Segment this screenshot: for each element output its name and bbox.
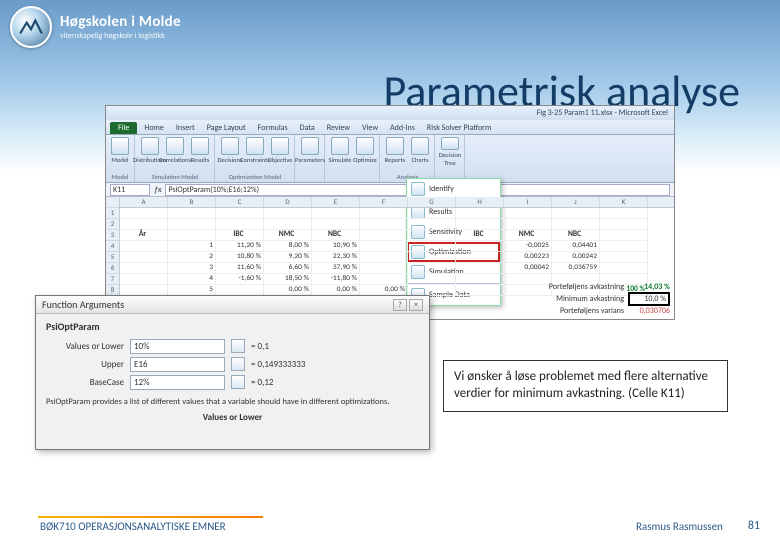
identify-icon	[411, 182, 425, 196]
ribbon-group-decision: Decision Tree	[436, 135, 465, 182]
ribbon-group-simulation: Distributions Correlations Results Simul…	[136, 135, 215, 182]
course-code: BØK710 OPERASJONSANALYTISKE EMNER	[40, 520, 226, 533]
close-button[interactable]: ×	[409, 299, 423, 311]
ribbon-tabs: File Home Insert Page Layout Formulas Da…	[106, 120, 674, 135]
dropdown-identify[interactable]: Identify	[407, 179, 500, 199]
ribbon-optimize-button[interactable]: Optimize	[354, 137, 376, 167]
tab-formulas[interactable]: Formulas	[253, 122, 293, 134]
ribbon-group-model: Model Model	[106, 135, 135, 182]
arg-row-lower: Values or Lower 10% = 0,1	[46, 337, 419, 355]
ribbon-group-analysis: Reports Charts Analysis	[381, 135, 435, 182]
tab-addins[interactable]: Add-Ins	[385, 122, 420, 134]
basecase-input[interactable]: 12%	[130, 375, 225, 390]
ribbon-charts-button[interactable]: Charts	[409, 137, 431, 167]
tab-review[interactable]: Review	[322, 122, 355, 134]
tab-insert[interactable]: Insert	[171, 122, 200, 134]
ribbon-group-solve: Simulate Optimize	[326, 135, 380, 182]
ribbon-parameters-button[interactable]: Parameters	[299, 137, 321, 167]
slide-callout: Vi ønsker å løse problemet med flere alt…	[443, 360, 728, 412]
function-arguments-dialog: Function Arguments ? × PsiOptParam Value…	[35, 295, 430, 450]
name-box[interactable]: K11	[110, 184, 150, 196]
excel-window-titlebar: Fig 3-25 Param1 11.xlsx - Microsoft Exce…	[106, 106, 674, 120]
formula-bar: K11 ƒx PsiOptParam(10%;E16;12%)	[106, 183, 674, 197]
range-picker-icon[interactable]	[231, 375, 245, 389]
help-button[interactable]: ?	[393, 299, 407, 311]
ribbon-body: Model Model Distributions Correlations R…	[106, 135, 674, 183]
ribbon-constraints-button[interactable]: Constraints	[244, 137, 266, 167]
min-return-cell[interactable]: 10,0 %	[628, 292, 670, 306]
ribbon-simulate-button[interactable]: Simulate	[329, 137, 351, 167]
dialog-titlebar: Function Arguments ? ×	[36, 296, 429, 314]
ribbon-objective-button[interactable]: Objective	[269, 137, 291, 167]
tab-risksolver[interactable]: Risk Solver Platform	[422, 122, 496, 134]
excel-screenshot: Fig 3-25 Param1 11.xlsx - Microsoft Exce…	[105, 105, 675, 320]
tab-view[interactable]: View	[357, 122, 383, 134]
ribbon-reports-button[interactable]: Reports	[384, 137, 406, 167]
file-tab[interactable]: File	[110, 122, 137, 134]
author-name: Rasmus Rasmussen	[636, 520, 723, 533]
range-picker-icon[interactable]	[231, 339, 245, 353]
ribbon-decisions-button[interactable]: Decisions	[219, 137, 241, 167]
institution-tagline: vitenskapelig høgskole i logistikk	[60, 31, 181, 41]
ribbon-decisiontree-button[interactable]: Decision Tree	[439, 137, 461, 167]
institution-text: Høgskolen i Molde vitenskapelig høgskole…	[60, 13, 181, 41]
institution-header: Høgskolen i Molde vitenskapelig høgskole…	[0, 0, 780, 54]
slide-footer: BØK710 OPERASJONSANALYTISKE EMNER Rasmus…	[0, 512, 780, 540]
page-number: 81	[748, 519, 760, 533]
dialog-title: Function Arguments	[42, 298, 124, 311]
ribbon-model-button[interactable]: Model	[109, 137, 131, 167]
column-headers: AB CD EF GH IJ K	[120, 197, 674, 208]
ribbon-correlations-button[interactable]: Correlations	[164, 137, 186, 167]
excel-window-title: Fig 3-25 Param1 11.xlsx - Microsoft Exce…	[537, 108, 668, 118]
function-name: PsiOptParam	[46, 320, 419, 333]
upper-input[interactable]: E16	[130, 357, 225, 372]
fx-icon[interactable]: ƒx	[154, 185, 161, 195]
ribbon-results-button[interactable]: Results	[189, 137, 211, 167]
tab-pagelayout[interactable]: Page Layout	[202, 122, 251, 134]
arg-row-basecase: BaseCase 12% = 0,12	[46, 373, 419, 391]
function-description: PsiOptParam provides a list of different…	[46, 397, 419, 408]
institution-logo	[10, 6, 52, 48]
range-picker-icon[interactable]	[231, 357, 245, 371]
portfolio-summary: Porteføljens avkastning14,03 % Minimum a…	[549, 281, 670, 317]
ribbon-group-optimization: Decisions Constraints Objective Optimiza…	[216, 135, 295, 182]
tab-data[interactable]: Data	[295, 122, 320, 134]
tab-home[interactable]: Home	[139, 122, 169, 134]
lower-input[interactable]: 10%	[130, 339, 225, 354]
current-arg-label: Values or Lower	[46, 412, 419, 423]
ribbon-distributions-button[interactable]: Distributions	[139, 137, 161, 167]
arg-row-upper: Upper E16 = 0,149333333	[46, 355, 419, 373]
ribbon-group-params: Parameters	[296, 135, 325, 182]
institution-name: Høgskolen i Molde	[60, 13, 181, 31]
